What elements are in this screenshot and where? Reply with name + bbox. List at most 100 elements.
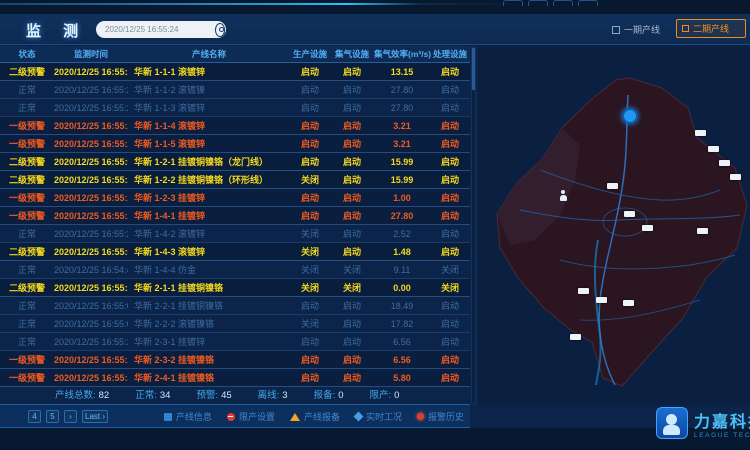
legend-item[interactable]: 产线信息 (164, 410, 212, 423)
gas-efficiency-cell: 1.00 (374, 189, 430, 206)
status-cell: 一级预警 (0, 189, 54, 206)
map-bubble-marker[interactable] (622, 108, 638, 124)
table-row[interactable]: 正常 2020/12/25 16:55:04 华新 2-2-2 滚镀镍铬 关闭 … (0, 315, 470, 333)
proc-facility-cell: 启动 (430, 135, 470, 152)
map-marker[interactable] (624, 211, 635, 217)
map-marker[interactable] (695, 130, 706, 136)
prod-facility-cell: 启动 (290, 297, 330, 314)
summary-value: 45 (221, 390, 232, 401)
legend-item[interactable]: 实时工况 (355, 410, 402, 423)
table-row[interactable]: 一级预警 2020/12/25 16:55:24 华新 1-1-5 滚镀锌 启动… (0, 135, 470, 153)
line-name-cell: 华新 1-4-1 挂镀锌 (128, 207, 290, 224)
phase2-line-button[interactable]: 二期产线 (676, 19, 746, 38)
map-marker[interactable] (578, 288, 589, 294)
scrollbar-thumb[interactable] (472, 48, 475, 90)
page-button[interactable]: › (64, 410, 77, 423)
gas-efficiency-cell: 2.52 (374, 225, 430, 242)
table-row[interactable]: 正常 2020/12/25 16:55:04 华新 2-2-1 挂镀铜镍铬 启动… (0, 297, 470, 315)
summary-item: 限产:0 (370, 388, 400, 404)
prod-facility-cell: 启动 (290, 81, 330, 98)
time-cell: 2020/12/25 16:55:24 (54, 369, 128, 386)
table-row[interactable]: 正常 2020/12/25 16:55:24 华新 1-4-2 滚镀锌 关闭 启… (0, 225, 470, 243)
gas-facility-cell: 启动 (330, 243, 374, 260)
gas-efficiency-cell: 3.21 (374, 117, 430, 134)
time-cell: 2020/12/25 16:55:24 (54, 207, 128, 224)
map-marker[interactable] (730, 174, 741, 180)
search-button[interactable] (215, 23, 225, 37)
prod-facility-cell: 关闭 (290, 225, 330, 242)
proc-facility-cell: 启动 (430, 171, 470, 188)
gas-facility-cell: 关闭 (330, 279, 374, 296)
search-box[interactable] (96, 21, 226, 38)
gas-efficiency-cell: 3.21 (374, 135, 430, 152)
legend-item[interactable]: 限产设置 (227, 410, 275, 423)
summary-label: 报备: (314, 390, 336, 401)
phase1-line-toggle[interactable]: 一期产线 (612, 23, 660, 36)
map-marker[interactable] (697, 228, 708, 234)
table-row[interactable]: 二级预警 2020/12/25 16:55:24 华新 1-1-1 滚镀锌 启动… (0, 63, 470, 81)
map-marker[interactable] (596, 297, 607, 303)
table-row[interactable]: 一级预警 2020/12/25 16:55:24 华新 2-4-1 挂镀镍铬 启… (0, 369, 470, 387)
proc-facility-cell: 启动 (430, 99, 470, 116)
time-cell: 2020/12/25 16:55:24 (54, 189, 128, 206)
legend-item[interactable]: 报警历史 (417, 410, 464, 423)
prod-facility-cell: 关闭 (290, 315, 330, 332)
legend-label: 实时工况 (366, 410, 402, 423)
table-row[interactable]: 正常 2020/12/25 16:55:24 华新 1-1-3 滚镀锌 启动 启… (0, 99, 470, 117)
table-row[interactable]: 正常 2020/12/25 16:54:44 华新 1-4-4 仿金 关闭 关闭… (0, 261, 470, 279)
district-map[interactable] (480, 50, 750, 395)
map-marker[interactable] (719, 160, 730, 166)
gas-efficiency-cell: 13.15 (374, 63, 430, 80)
line-name-cell: 华新 1-4-2 滚镀锌 (128, 225, 290, 242)
time-cell: 2020/12/25 16:55:24 (54, 171, 128, 188)
prod-facility-cell: 启动 (290, 153, 330, 170)
map-marker[interactable] (708, 146, 719, 152)
table-row[interactable]: 二级预警 2020/12/25 16:55:24 华新 1-2-2 挂镀铜镍铬（… (0, 171, 470, 189)
gas-efficiency-cell: 17.82 (374, 315, 430, 332)
table-row[interactable]: 一级预警 2020/12/25 16:55:24 华新 1-1-4 滚镀锌 启动… (0, 117, 470, 135)
page-button[interactable]: 5 (46, 410, 59, 423)
prod-facility-cell: 启动 (290, 63, 330, 80)
gas-efficiency-cell: 6.56 (374, 351, 430, 368)
status-cell: 一级预警 (0, 117, 54, 134)
line-name-cell: 华新 1-2-1 挂镀铜镍铬（龙门线） (128, 153, 290, 170)
status-cell: 二级预警 (0, 279, 54, 296)
pagination-bar: 45 › Last › 产线信息 限产设置 产线报备 实时工况 报警历史 (0, 404, 470, 428)
line-name-cell: 华新 2-2-2 滚镀镍铬 (128, 315, 290, 332)
table-row[interactable]: 二级预警 2020/12/25 16:55:04 华新 1-2-1 挂镀铜镍铬（… (0, 153, 470, 171)
table-row[interactable]: 一级预警 2020/12/25 16:55:24 华新 2-3-2 挂镀镍铬 启… (0, 351, 470, 369)
app-root: 监 测 一期产线 二期产线 状态 监测时间 产线名称 生产设施 集气设施 集气效… (0, 0, 750, 450)
status-cell: 正常 (0, 297, 54, 314)
table-row[interactable]: 二级预警 2020/12/25 16:55:24 华新 2-1-1 挂镀铜镍铬 … (0, 279, 470, 297)
topbar-tab-decor (503, 0, 523, 6)
table-row[interactable]: 二级预警 2020/12/25 16:55:04 华新 1-4-3 滚镀锌 关闭… (0, 243, 470, 261)
topbar (0, 0, 750, 14)
line-report-icon (290, 413, 300, 421)
search-input[interactable] (96, 22, 215, 37)
person-marker-icon[interactable] (559, 190, 567, 201)
page-button[interactable]: 4 (28, 410, 41, 423)
gas-facility-cell: 启动 (330, 207, 374, 224)
map-marker[interactable] (642, 225, 653, 231)
map-marker[interactable] (623, 300, 634, 306)
time-cell: 2020/12/25 16:55:24 (54, 135, 128, 152)
table-row[interactable]: 一级预警 2020/12/25 16:55:24 华新 1-4-1 挂镀锌 启动… (0, 207, 470, 225)
checkbox-icon (612, 26, 620, 34)
line-name-cell: 华新 1-2-3 挂镀锌 (128, 189, 290, 206)
table-row[interactable]: 一级预警 2020/12/25 16:55:24 华新 1-2-3 挂镀锌 启动… (0, 189, 470, 207)
table-row[interactable]: 正常 2020/12/25 16:55:24 华新 2-3-1 挂镀锌 启动 启… (0, 333, 470, 351)
table-scrollbar[interactable] (471, 47, 476, 404)
map-marker[interactable] (570, 334, 581, 340)
map-marker[interactable] (607, 183, 618, 189)
status-cell: 正常 (0, 99, 54, 116)
brand-text: 力嘉科技 LEAGUE TECH (694, 408, 750, 439)
table-row[interactable]: 正常 2020/12/25 16:55:24 华新 1-1-2 滚镀镍 启动 启… (0, 81, 470, 99)
page-button[interactable]: Last › (82, 410, 108, 423)
summary-item: 正常:34 (135, 388, 170, 404)
legend-label: 产线报备 (304, 410, 340, 423)
brand-icon (656, 407, 688, 439)
proc-facility-cell: 启动 (430, 189, 470, 206)
legend-item[interactable]: 产线报备 (290, 410, 340, 423)
status-cell: 一级预警 (0, 207, 54, 224)
pager: 45 › Last › (28, 410, 108, 423)
